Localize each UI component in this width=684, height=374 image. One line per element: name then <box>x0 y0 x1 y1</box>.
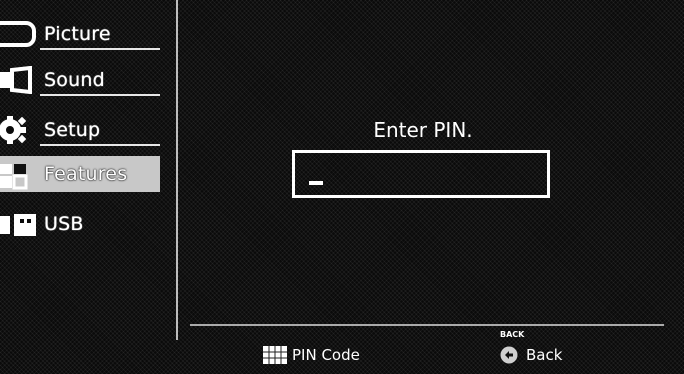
back-caption: BACK <box>500 330 525 339</box>
sidebar-divider <box>176 0 178 340</box>
sidebar-item-features[interactable]: Features <box>0 156 160 192</box>
gear-icon <box>0 116 27 144</box>
sidebar-item-label: USB <box>44 213 84 235</box>
back-icon <box>500 346 518 364</box>
sidebar-item-label: Features <box>44 163 128 185</box>
footer-divider <box>190 324 664 326</box>
menu-divider <box>40 144 160 146</box>
speaker-icon <box>0 66 32 94</box>
sidebar-item-picture[interactable]: Picture <box>0 14 160 54</box>
usb-icon <box>0 214 36 236</box>
sidebar-item-label: Picture <box>44 23 111 45</box>
pin-code-button[interactable]: PIN Code <box>262 344 360 366</box>
sidebar-item-label: Setup <box>44 119 101 141</box>
pin-cursor <box>309 181 323 185</box>
grid-icon <box>263 346 287 364</box>
sidebar-item-setup[interactable]: Setup <box>0 110 160 150</box>
back-label: Back <box>526 346 563 364</box>
pin-code-label: PIN Code <box>292 346 360 364</box>
back-button[interactable]: Back <box>500 344 562 366</box>
menu-divider <box>40 94 160 96</box>
features-icon <box>0 164 28 190</box>
menu-divider <box>40 48 160 50</box>
picture-icon <box>0 21 36 47</box>
sidebar-menu: Picture Sound Setup Features USB <box>0 0 176 340</box>
pin-prompt: Enter PIN. <box>373 118 473 142</box>
sidebar-item-label: Sound <box>44 69 105 91</box>
sidebar-item-usb[interactable]: USB <box>0 204 160 244</box>
sidebar-item-sound[interactable]: Sound <box>0 60 160 100</box>
pin-input[interactable] <box>292 150 550 198</box>
